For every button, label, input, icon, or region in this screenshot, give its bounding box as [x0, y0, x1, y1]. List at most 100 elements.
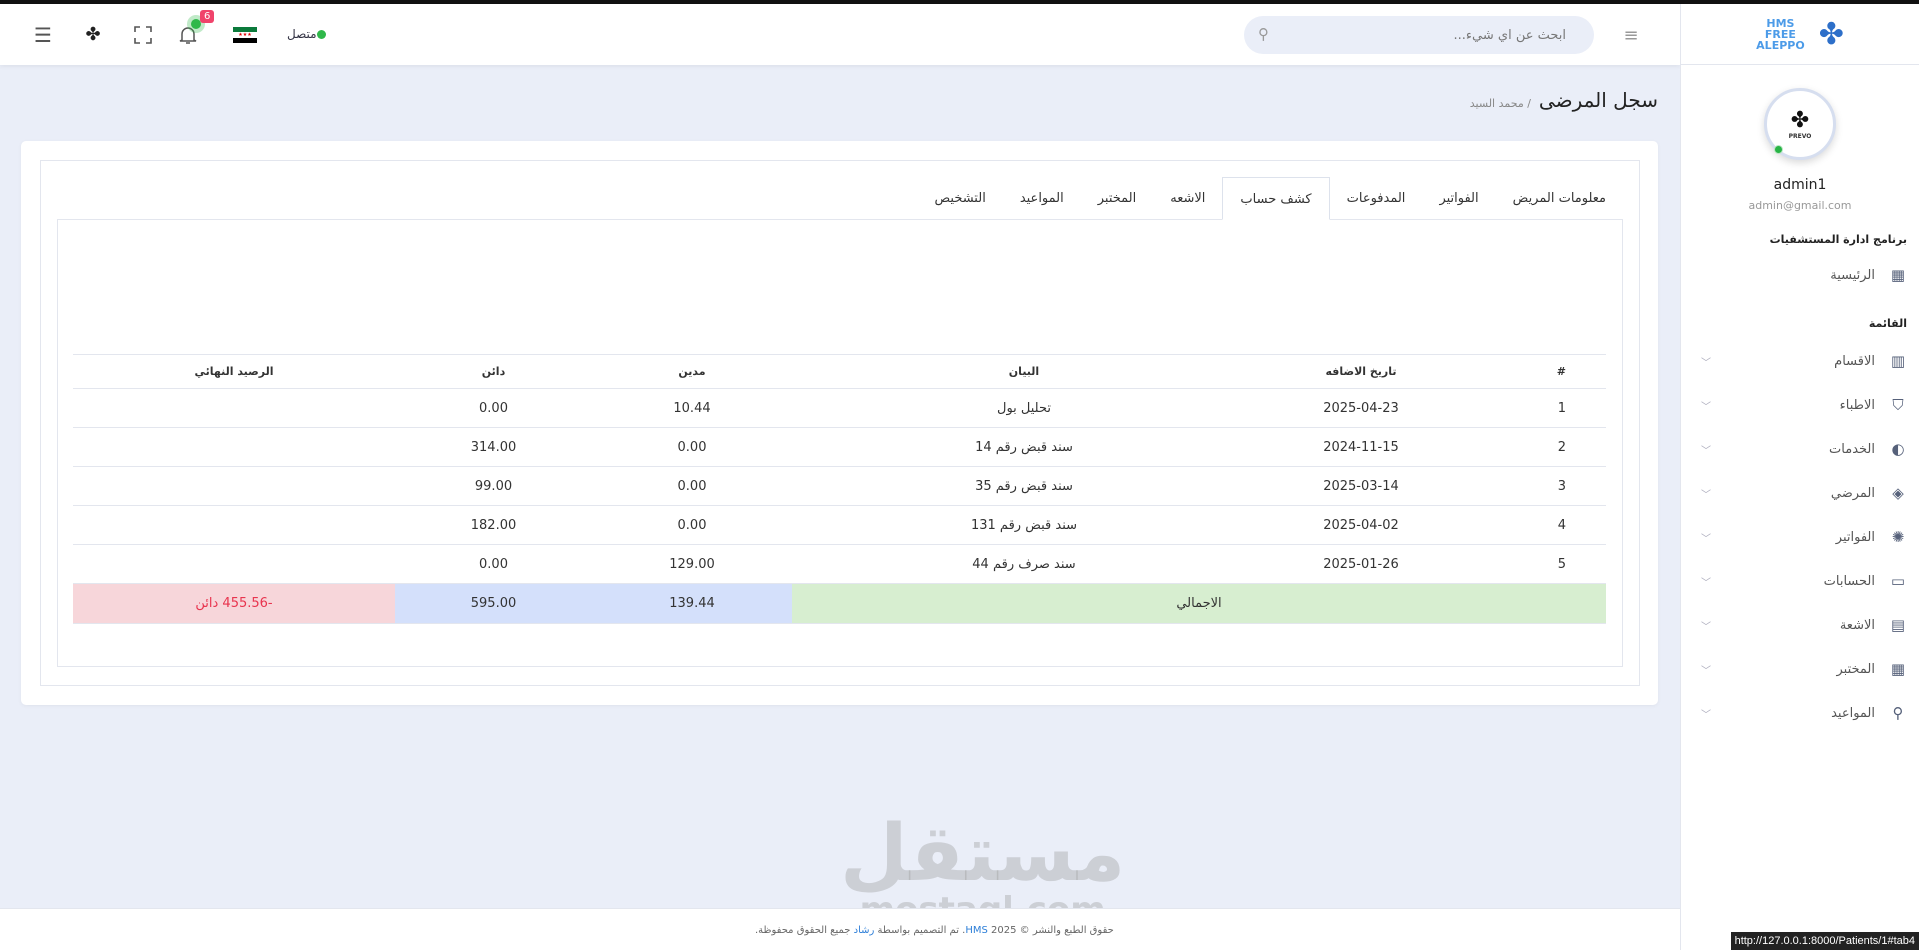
sidebar-item-label: المواعيد [1831, 705, 1875, 721]
sidebar-item-label: الحسابات [1823, 573, 1875, 589]
sidebar: ✤ HMS FREE ALEPPO ✤ PREVO admin1 admin@gma… [1680, 4, 1919, 950]
cell-number: 5 [1466, 544, 1606, 584]
sidebar-item-radiology[interactable]: ▤ الاشعة ﹀ [1701, 610, 1907, 640]
sidebar-item-home[interactable]: ▦ الرئيسية [1701, 260, 1907, 290]
cell-debit: 0.00 [592, 427, 792, 467]
sidebar-item-label: الاطباء [1839, 397, 1875, 413]
col-header-date: تاريخ الاضافه [1256, 354, 1466, 389]
total-credit: 595.00 [395, 583, 592, 624]
table-row: 2 2024-11-15 سند قبض رقم 14 0.00 314.00 [73, 427, 1606, 467]
sidebar-item-doctors[interactable]: ⛉ الاطباء ﹀ [1701, 390, 1907, 420]
contrast-icon: ◐ [1891, 440, 1905, 458]
account-statement-table: # تاريخ الاضافه البيان مدين دائن الرصيد … [73, 354, 1606, 624]
chevron-down-icon: ﹀ [1701, 577, 1711, 589]
tab-account-statement[interactable]: كشف حساب [1222, 177, 1330, 220]
header: ☰ ✤ 6 ★★★ متصل ⚲ ≡ [0, 4, 1680, 65]
browser-status-url: http://127.0.0.1:8000/Patients/1#tab4 [1730, 932, 1919, 950]
sidebar-item-label: المختبر [1836, 661, 1876, 677]
cell-number: 1 [1466, 388, 1606, 428]
search-icon[interactable]: ⚲ [1258, 25, 1269, 43]
card-inner: معلومات المريض الفواتير المدفوعات كشف حس… [40, 160, 1640, 686]
cell-balance [73, 466, 395, 506]
cell-date: 2025-04-02 [1256, 505, 1466, 545]
copyright-text: حقوق الطبع والنشر © 2025 HMS. تم التصميم… [755, 925, 1114, 936]
tab-payments[interactable]: المدفوعات [1330, 177, 1423, 220]
menu-title: القائمة [1868, 317, 1907, 330]
total-label: الاجمالي [792, 583, 1606, 624]
sidebar-item-accounts[interactable]: ▭ الحسابات ﹀ [1701, 566, 1907, 596]
sidebar-item-patients[interactable]: ◈ المرضي ﹀ [1701, 478, 1907, 508]
sidebar-item-label: الاشعة [1839, 617, 1875, 633]
cell-number: 2 [1466, 427, 1606, 467]
cell-debit: 0.00 [592, 466, 792, 506]
hms-logo-icon: ✤ [1818, 16, 1844, 52]
cell-date: 2025-03-14 [1256, 466, 1466, 506]
table-row: 5 2025-01-26 سند صرف رقم 44 129.00 0.00 [73, 544, 1606, 584]
col-header-description: البيان [792, 354, 1256, 389]
chevron-down-icon: ﹀ [1701, 445, 1711, 457]
search-bar: ⚲ [1244, 16, 1594, 54]
tab-patient-info[interactable]: معلومات المريض [1496, 177, 1623, 220]
hamburger-menu-icon[interactable]: ☰ [30, 22, 56, 48]
user-email: admin@gmail.com [1748, 199, 1852, 212]
cell-debit: 10.44 [592, 388, 792, 428]
sidebar-item-label: الفواتير [1835, 529, 1875, 545]
author-link[interactable]: رشاد [854, 925, 875, 936]
user-avatar[interactable]: ✤ PREVO [1764, 88, 1836, 160]
chat-icon: ▭ [1890, 572, 1906, 590]
sidebar-item-services[interactable]: ◐ الخدمات ﹀ [1701, 434, 1907, 464]
online-status-dot [1774, 145, 1783, 154]
file-icon: ▤ [1890, 616, 1906, 634]
sidebar-item-label: الخدمات [1829, 441, 1875, 457]
page-header: سجل المرضى / محمد السيد [1470, 88, 1658, 112]
cell-balance [73, 544, 395, 584]
table-row: 3 2025-03-14 سند قبض رقم 35 0.00 99.00 [73, 466, 1606, 506]
sidebar-logo[interactable]: ✤ HMS FREE ALEPPO [1681, 4, 1919, 65]
brand-link[interactable]: HMS [965, 925, 988, 936]
cell-debit: 0.00 [592, 505, 792, 545]
sidebar-item-appointments[interactable]: ⚲ المواعيد ﹀ [1701, 698, 1907, 728]
basket-icon: ⛉ [1892, 396, 1904, 414]
cell-number: 4 [1466, 505, 1606, 545]
breadcrumb[interactable]: / محمد السيد [1470, 97, 1531, 110]
cell-credit: 182.00 [395, 505, 592, 545]
cell-balance [73, 388, 395, 428]
chevron-down-icon: ﹀ [1701, 709, 1711, 721]
chevron-down-icon: ﹀ [1701, 401, 1711, 413]
tab-appointments[interactable]: المواعيد [1003, 177, 1081, 220]
chevron-down-icon: ﹀ [1701, 489, 1711, 501]
palette-icon: ✺ [1891, 528, 1905, 546]
syria-flag-icon[interactable]: ★★★ [233, 27, 257, 43]
dashboard-icon: ▦ [1890, 266, 1906, 284]
brand-logo-icon: ✤ [85, 23, 101, 45]
cell-credit: 0.00 [395, 388, 592, 428]
fullscreen-icon[interactable] [130, 22, 156, 48]
map-pin-icon: ⚲ [1892, 704, 1904, 722]
col-header-debit: مدين [592, 354, 792, 389]
tabs: معلومات المريض الفواتير المدفوعات كشف حس… [917, 177, 1623, 220]
cell-date: 2025-04-23 [1256, 388, 1466, 428]
chevron-down-icon: ﹀ [1701, 665, 1711, 677]
sidebar-item-label: المرضي [1830, 485, 1875, 501]
search-input[interactable] [1244, 16, 1594, 54]
notification-count-badge: 6 [200, 10, 215, 23]
sidebar-item-label: الاقسام [1834, 353, 1875, 369]
sidebar-toggle-icon[interactable]: ≡ [1618, 22, 1644, 48]
tab-lab[interactable]: المختبر [1081, 177, 1154, 220]
total-debit: 139.44 [592, 583, 792, 624]
chevron-down-icon: ﹀ [1701, 621, 1711, 633]
cell-date: 2024-11-15 [1256, 427, 1466, 467]
table-row: 4 2025-04-02 سند قبض رقم 131 0.00 182.00 [73, 505, 1606, 545]
cell-balance [73, 427, 395, 467]
chevron-down-icon: ﹀ [1701, 357, 1711, 369]
tab-diagnosis[interactable]: التشخيص [917, 177, 1002, 220]
sidebar-item-lab[interactable]: ▦ المختبر ﹀ [1701, 654, 1907, 684]
watermark-arabic: مستقل [840, 809, 1126, 899]
cell-credit: 99.00 [395, 466, 592, 506]
sidebar-item-departments[interactable]: ▥ الاقسام ﹀ [1701, 346, 1907, 376]
tab-invoices[interactable]: الفواتير [1422, 177, 1495, 220]
tab-radiology[interactable]: الاشعه [1153, 177, 1222, 220]
sidebar-item-invoices[interactable]: ✺ الفواتير ﹀ [1701, 522, 1907, 552]
cell-description: سند قبض رقم 14 [792, 427, 1256, 467]
total-row: الاجمالي 139.44 595.00 -455.56 دائن [73, 583, 1606, 624]
